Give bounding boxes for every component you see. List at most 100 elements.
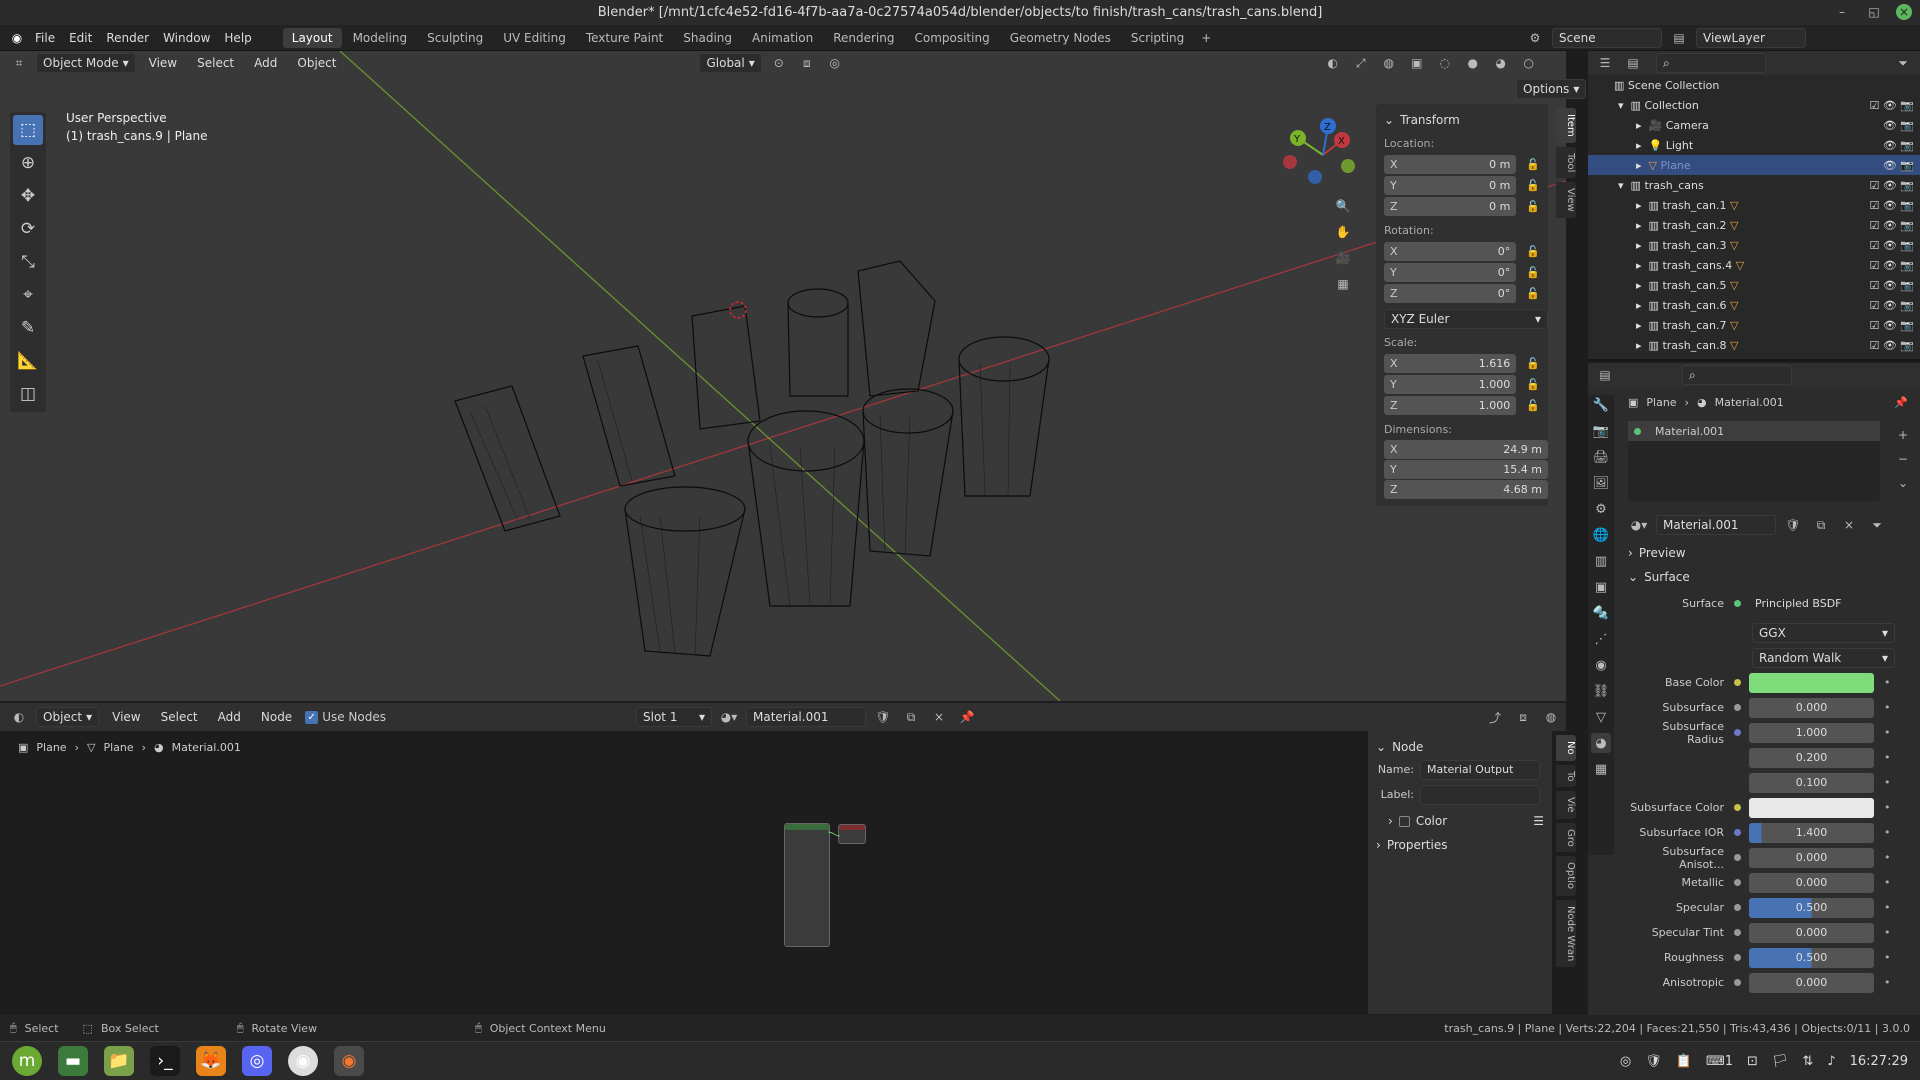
rotation-mode-dropdown[interactable]: XYZ Euler ▾ — [1384, 309, 1548, 329]
shading-wire-icon[interactable]: ◌ — [1434, 53, 1456, 73]
expand-arrow-icon[interactable]: ▸ — [1636, 199, 1642, 212]
data-tab-icon[interactable]: ▽ — [1591, 707, 1611, 727]
visibility-toggles[interactable]: ☑ 👁 📷 — [1869, 199, 1914, 212]
add-slot-icon[interactable]: + — [1892, 425, 1914, 445]
outliner-row-light[interactable]: ▸ 💡 Light 👁 📷 — [1588, 135, 1920, 155]
tab-compositing[interactable]: Compositing — [905, 28, 998, 48]
update-manager-icon[interactable]: ⊡ — [1747, 1054, 1758, 1069]
tool-tab-icon[interactable]: 🔧 — [1591, 395, 1611, 415]
dimensions-y-field[interactable]: Y 15.4 m — [1384, 460, 1548, 479]
animate-dot-icon[interactable]: • — [1884, 876, 1891, 889]
material-name-field[interactable]: Material.001 — [1656, 515, 1776, 535]
bsdf-value-field[interactable]: 0.000 — [1749, 922, 1874, 943]
tab-node-wrangler[interactable]: Node Wran — [1556, 899, 1576, 967]
network-icon[interactable]: ⇅ — [1802, 1054, 1813, 1069]
viewlayer-icon[interactable]: ▤ — [1668, 28, 1690, 48]
tab-item[interactable]: Item — [1556, 108, 1576, 143]
rotation-y-field[interactable]: Y 0° — [1384, 263, 1517, 282]
tab-uv-editing[interactable]: UV Editing — [494, 28, 575, 48]
add-workspace-icon[interactable]: + — [1195, 28, 1217, 48]
move-tool-icon[interactable]: ✥ — [13, 181, 43, 211]
tab-modeling[interactable]: Modeling — [344, 28, 417, 48]
expand-arrow-icon[interactable]: ▸ — [1636, 299, 1642, 312]
discord-icon[interactable]: ◎ — [242, 1046, 272, 1076]
lock-icon[interactable]: 🔓 — [1526, 158, 1540, 171]
properties-search-input[interactable]: ⌕ — [1682, 365, 1792, 385]
surface-shader-field[interactable]: Principled BSDF — [1749, 593, 1874, 614]
expand-arrow-icon[interactable]: ▸ — [1636, 239, 1642, 252]
maximize-button[interactable]: ◱ — [1866, 4, 1882, 20]
chrome-icon[interactable]: ◉ — [288, 1046, 318, 1076]
node-material-field[interactable]: Material.001 — [746, 707, 867, 727]
bsdf-value-field[interactable]: 0.000 — [1749, 847, 1874, 868]
scale-z-field[interactable]: Z 1.000 — [1384, 396, 1517, 415]
display-mode-icon[interactable]: ▤ — [1622, 53, 1644, 73]
filter-icon[interactable]: ⏷ — [1892, 53, 1914, 73]
outliner-row-trash-can-7[interactable]: ▸ ▥ trash_can.7 ▽ ☑ 👁 📷 — [1588, 315, 1920, 335]
tab-sculpting[interactable]: Sculpting — [418, 28, 492, 48]
discord-tray-icon[interactable]: ◎ — [1620, 1054, 1631, 1069]
tab-shading[interactable]: Shading — [674, 28, 741, 48]
visibility-icon[interactable]: ◐ — [1322, 53, 1344, 73]
add-cube-tool-icon[interactable]: ◫ — [13, 379, 43, 409]
bsdf-value-field[interactable]: 0.000 — [1749, 872, 1874, 893]
lock-icon[interactable]: 🔓 — [1526, 200, 1540, 213]
transform-header[interactable]: ⌄ Transform — [1384, 110, 1540, 130]
proportional-icon[interactable]: ◎ — [824, 53, 846, 73]
node-label-input[interactable] — [1420, 784, 1540, 805]
visibility-toggles[interactable]: ☑ 👁 📷 — [1869, 219, 1914, 232]
dimensions-z-field[interactable]: Z 4.68 m — [1384, 480, 1548, 499]
color-swatch[interactable] — [1749, 797, 1874, 818]
menu-edit[interactable]: Edit — [62, 31, 99, 45]
viewport-menu-select[interactable]: Select — [190, 56, 241, 70]
outliner-row-trash-can-4[interactable]: ▸ ▥ trash_cans.4 ▽ ☑ 👁 📷 — [1588, 255, 1920, 275]
tab-group[interactable]: Gro — [1556, 822, 1576, 853]
physics-tab-icon[interactable]: ◉ — [1591, 655, 1611, 675]
mode-dropdown[interactable]: Object Mode ▾ — [36, 53, 136, 73]
lock-icon[interactable]: 🔓 — [1526, 245, 1540, 258]
visibility-toggles[interactable]: ☑ 👁 📷 — [1869, 259, 1914, 272]
expand-arrow-icon[interactable]: ▾ — [1618, 179, 1624, 192]
browse-material-icon[interactable]: ◕▾ — [718, 707, 740, 727]
tab-tool[interactable]: To — [1556, 764, 1576, 788]
tab-options[interactable]: Optio — [1556, 856, 1576, 896]
color-subpanel[interactable]: › Color ☰ — [1376, 811, 1544, 831]
volume-icon[interactable]: ♪ — [1827, 1054, 1835, 1069]
node-panel-header[interactable]: ⌄ Node — [1376, 737, 1544, 757]
viewlayer-field[interactable]: ViewLayer — [1696, 28, 1806, 48]
tab-animation[interactable]: Animation — [743, 28, 822, 48]
viewport-menu-view[interactable]: View — [142, 56, 184, 70]
xray-icon[interactable]: ▣ — [1406, 53, 1428, 73]
principled-bsdf-node[interactable] — [784, 823, 830, 947]
editor-type-icon[interactable]: ⌗ — [8, 53, 30, 73]
tab-view[interactable]: Vie — [1556, 791, 1576, 819]
modifier-tab-icon[interactable]: 🔩 — [1591, 603, 1611, 623]
node-properties-section[interactable]: › Properties — [1376, 835, 1544, 855]
lock-icon[interactable]: 🔓 — [1526, 179, 1540, 192]
show-desktop-icon[interactable]: ▬ — [58, 1046, 88, 1076]
shading-material-icon[interactable]: ◕ — [1490, 53, 1512, 73]
outliner-search-input[interactable]: ⌕ — [1656, 53, 1766, 73]
firefox-icon[interactable]: 🦊 — [196, 1046, 226, 1076]
pin-icon[interactable]: 📌 — [956, 707, 978, 727]
cursor-tool-icon[interactable]: ⊕ — [13, 148, 43, 178]
tab-geometry-nodes[interactable]: Geometry Nodes — [1001, 28, 1120, 48]
object-tab-icon[interactable]: ▣ — [1591, 577, 1611, 597]
zoom-icon[interactable]: 🔍 — [1332, 196, 1354, 216]
material-tab-icon[interactable]: ◕ — [1591, 733, 1611, 753]
outliner-row-collection[interactable]: ▾ ▥ Collection ☑ 👁 📷 — [1588, 95, 1920, 115]
pin-icon[interactable]: 📌 — [1894, 396, 1908, 409]
unlink-material-icon[interactable]: × — [1838, 515, 1860, 535]
bsdf-value-field[interactable]: 0.200 — [1749, 747, 1874, 768]
expand-arrow-icon[interactable]: ▸ — [1636, 259, 1642, 272]
material-slot-item[interactable]: Material.001 — [1628, 421, 1880, 441]
preview-section[interactable]: › Preview — [1628, 543, 1920, 563]
expand-arrow-icon[interactable]: ▸ — [1636, 139, 1642, 152]
keyboard-layout-icon[interactable]: ⌨1 — [1706, 1054, 1733, 1069]
world-tab-icon[interactable]: 🌐 — [1591, 525, 1611, 545]
minimize-button[interactable]: – — [1834, 4, 1850, 20]
lock-icon[interactable]: 🔓 — [1526, 399, 1540, 412]
animate-dot-icon[interactable]: • — [1884, 951, 1891, 964]
node-menu-select[interactable]: Select — [154, 710, 205, 724]
blender-logo-icon[interactable]: ◉ — [6, 28, 28, 48]
